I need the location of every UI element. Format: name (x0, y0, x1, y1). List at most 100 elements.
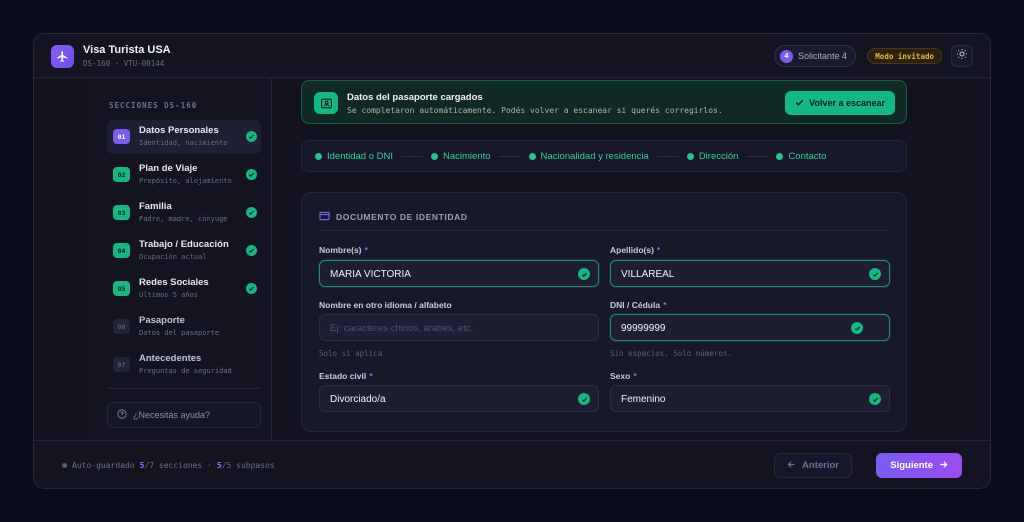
check-icon (869, 393, 881, 405)
sidebar-item-sub: Últimos 5 años (139, 291, 199, 299)
step-dot (776, 152, 784, 160)
check-icon (578, 268, 590, 280)
sidebar-item-redes-sociales[interactable]: 05 Redes Sociales Últimos 5 años (107, 272, 261, 306)
apellidos-field[interactable]: VILLAREAL (610, 260, 890, 287)
otro-idioma-placeholder: Ej: caracteres chinos, árabes, etc. (330, 323, 474, 334)
guest-mode-badge: Modo invitado (867, 48, 942, 64)
sexo-select[interactable]: Femenino (610, 385, 890, 412)
app-subtitle: DS-160 · VTU-00144 (83, 59, 165, 68)
card-heading: DOCUMENTO DE IDENTIDAD (319, 211, 468, 223)
step-connector (401, 155, 424, 157)
status-dot (62, 463, 67, 468)
sidebar-item-sub: Preguntas de seguridad (139, 367, 232, 375)
substep-identidad[interactable]: Identidad o DNI (315, 151, 393, 162)
applicant-label: Solicitante 4 (797, 51, 847, 61)
check-icon (795, 98, 804, 109)
step-dot (686, 152, 694, 160)
sidebar-item-datos-personales[interactable]: 01 Datos Personales Identidad, nacimient… (107, 120, 261, 154)
rescan-button[interactable]: Volver a escanear (785, 91, 895, 115)
plane-icon (51, 45, 74, 68)
sidebar-item-familia[interactable]: 03 Familia Padre, madre, cónyuge (107, 196, 261, 230)
step-number: 03 (113, 205, 130, 220)
main-content: Datos del pasaporte cargados Se completa… (272, 78, 990, 442)
estado-civil-value: Divorciado/a (330, 394, 386, 405)
banner-description: Se completaron automáticamente. Podés vo… (347, 106, 723, 115)
step-connector (498, 155, 521, 157)
app-window: Visa Turista USA DS-160 · VTU-00144 4 So… (33, 33, 991, 489)
apellidos-label: Apellido(s) * (610, 245, 660, 255)
sidebar-title: SECCIONES DS-160 (109, 101, 198, 110)
sidebar-item-trabajo-educacion[interactable]: 04 Trabajo / Educación Ocupación actual (107, 234, 261, 268)
autosave-prefix: Auto-guardado (72, 461, 135, 470)
sidebar-item-sub: Propósito, alojamiento (139, 177, 232, 185)
sidebar-item-sub: Identidad, nacimiento (139, 139, 228, 147)
sidebar: SECCIONES DS-160 01 Datos Personales Ide… (90, 78, 272, 442)
nombres-field[interactable]: MARIA VICTORIA (319, 260, 599, 287)
applicant-avatar: 4 (779, 49, 793, 63)
help-label: ¿Necesitás ayuda? (133, 410, 211, 420)
sidebar-item-sub: Ocupación actual (139, 253, 207, 261)
sun-icon (956, 47, 968, 65)
previous-button[interactable]: Anterior (774, 453, 852, 478)
question-icon (117, 409, 127, 421)
sidebar-item-label: Familia (139, 201, 172, 212)
estado-civil-select[interactable]: Divorciado/a (319, 385, 599, 412)
substep-label: Contacto (788, 150, 827, 162)
step-connector (746, 155, 769, 157)
apellidos-value: VILLAREAL (621, 269, 675, 280)
autosave-status: Auto-guardado 5/7 secciones · 5/5 subpas… (62, 461, 275, 470)
sidebar-item-label: Trabajo / Educación (139, 239, 229, 250)
banner-title: Datos del pasaporte cargados (347, 92, 483, 103)
substep-nacionalidad[interactable]: Nacionalidad y residencia (528, 151, 649, 162)
step-number: 06 (113, 319, 130, 334)
substep-contacto[interactable]: Contacto (776, 151, 826, 162)
check-icon (246, 245, 257, 256)
otro-idioma-hint: Solo si aplica (319, 349, 383, 358)
nombres-value: MARIA VICTORIA (330, 269, 411, 280)
substep-direccion[interactable]: Dirección (686, 151, 738, 162)
substep-nacimiento[interactable]: Nacimiento (431, 151, 491, 162)
next-button[interactable]: Siguiente (876, 453, 962, 478)
check-icon (246, 169, 257, 180)
label-text: Sexo (610, 371, 631, 381)
required-mark: * (663, 300, 667, 310)
step-dot (528, 152, 536, 160)
header: Visa Turista USA DS-160 · VTU-00144 4 So… (34, 34, 990, 78)
theme-toggle-button[interactable] (951, 45, 973, 67)
step-dot (315, 152, 322, 160)
sidebar-item-label: Redes Sociales (139, 277, 209, 288)
next-label: Siguiente (890, 460, 933, 471)
applicant-selector[interactable]: 4 Solicitante 4 (773, 45, 856, 67)
check-icon (246, 283, 257, 294)
step-dot (431, 152, 439, 160)
sidebar-item-pasaporte[interactable]: 06 Pasaporte Datos del pasaporte (107, 310, 261, 344)
step-number: 01 (113, 129, 130, 144)
previous-label: Anterior (802, 460, 839, 471)
dni-field[interactable]: 99999999 (610, 314, 890, 341)
help-button[interactable]: ¿Necesitás ayuda? (107, 402, 261, 428)
rescan-label: Volver a escanear (809, 98, 885, 108)
sections-total: /7 secciones · (144, 461, 212, 470)
sidebar-item-label: Plan de Viaje (139, 163, 198, 174)
card-divider (319, 230, 889, 231)
section-title: DOCUMENTO DE IDENTIDAD (336, 212, 468, 222)
estado-civil-label: Estado civil * (319, 371, 373, 381)
required-mark: * (633, 371, 637, 381)
identity-document-card: DOCUMENTO DE IDENTIDAD Nombre(s) * MARIA … (301, 192, 907, 432)
otro-idioma-field[interactable]: Ej: caracteres chinos, árabes, etc. (319, 314, 599, 341)
substep-label: Nacimiento (443, 150, 491, 162)
dni-hint: Sin espacios. Solo números. (610, 349, 732, 358)
required-mark: * (369, 371, 373, 381)
substep-label: Identidad o DNI (327, 150, 394, 162)
substep-stepper: Identidad o DNI Nacimiento Nacionalidad … (301, 140, 907, 172)
sections-progress: 5/7 secciones · (140, 461, 212, 470)
check-icon (246, 131, 257, 142)
step-number: 05 (113, 281, 130, 296)
nombres-label: Nombre(s) * (319, 245, 368, 255)
label-text: Estado civil (319, 371, 367, 381)
step-number: 04 (113, 243, 130, 258)
sidebar-item-plan-de-viaje[interactable]: 02 Plan de Viaje Propósito, alojamiento (107, 158, 261, 192)
sidebar-item-label: Datos Personales (139, 125, 219, 136)
required-mark: * (364, 245, 368, 255)
sidebar-item-antecedentes[interactable]: 07 Antecedentes Preguntas de seguridad (107, 348, 261, 382)
